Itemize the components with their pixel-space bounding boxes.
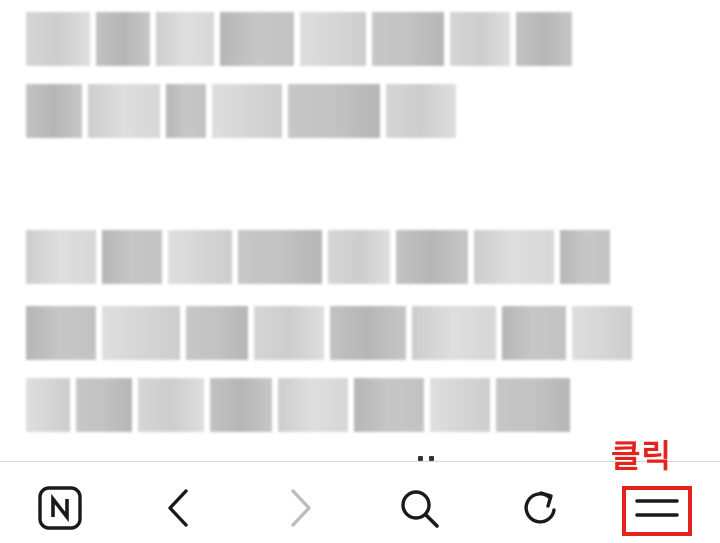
pixelated-word-block <box>212 84 282 138</box>
pixelated-word-block <box>330 306 406 360</box>
pixelated-text-line <box>26 378 570 432</box>
pixelated-word-block <box>354 378 424 432</box>
pixelated-text-line <box>26 230 610 284</box>
pixelated-word-block <box>496 378 570 432</box>
refresh-button[interactable] <box>512 480 568 536</box>
article-body-pixelated <box>0 0 720 462</box>
pixelated-word-block <box>156 12 214 66</box>
pixelated-word-block <box>560 230 610 284</box>
pixelated-word-block <box>102 230 162 284</box>
pixelated-word-block <box>168 230 232 284</box>
pixelated-word-block <box>26 378 70 432</box>
pixelated-word-block <box>278 378 348 432</box>
pixelated-word-block <box>430 378 490 432</box>
pixelated-text-line <box>26 306 632 360</box>
pixelated-word-block <box>26 230 96 284</box>
pixelated-word-block <box>254 306 324 360</box>
pixelated-word-block <box>26 12 90 66</box>
pixelated-word-block <box>210 378 272 432</box>
search-button[interactable] <box>391 480 447 536</box>
back-button[interactable] <box>151 480 207 536</box>
forward-arrow-icon <box>291 489 311 527</box>
pixelated-word-block <box>412 306 496 360</box>
pixelated-text-line <box>26 84 456 138</box>
pixelated-word-block <box>328 230 390 284</box>
refresh-icon <box>524 491 556 524</box>
search-icon <box>401 490 439 528</box>
pixelated-word-block <box>138 378 204 432</box>
pixelated-word-block <box>386 84 456 138</box>
pixelated-word-block <box>26 84 82 138</box>
pixelated-word-block <box>186 306 248 360</box>
pixelated-word-block <box>166 84 206 138</box>
pixelated-word-block <box>220 12 294 66</box>
pixelated-word-block <box>288 84 380 138</box>
pixelated-word-block <box>502 306 566 360</box>
pixelated-word-block <box>372 12 444 66</box>
pixelated-word-block <box>26 306 96 360</box>
pixelated-word-block <box>572 306 632 360</box>
menu-button-highlight <box>622 486 692 536</box>
pixelated-word-block <box>76 378 132 432</box>
pixelated-word-block <box>88 84 160 138</box>
back-arrow-icon <box>168 489 188 527</box>
pixelated-word-block <box>396 230 468 284</box>
forward-button[interactable] <box>272 480 328 536</box>
pixelated-word-block <box>300 12 366 66</box>
pixelated-word-block <box>516 12 572 66</box>
naver-n-icon <box>38 486 82 530</box>
pixelated-word-block <box>450 12 510 66</box>
pixelated-word-block <box>102 306 180 360</box>
pixelated-word-block <box>238 230 322 284</box>
pixelated-word-block <box>96 12 150 66</box>
pixelated-word-block <box>474 230 554 284</box>
pixelated-text-line <box>26 12 572 66</box>
click-annotation-label: 클릭 <box>611 437 672 475</box>
naver-home-button[interactable] <box>32 480 88 536</box>
